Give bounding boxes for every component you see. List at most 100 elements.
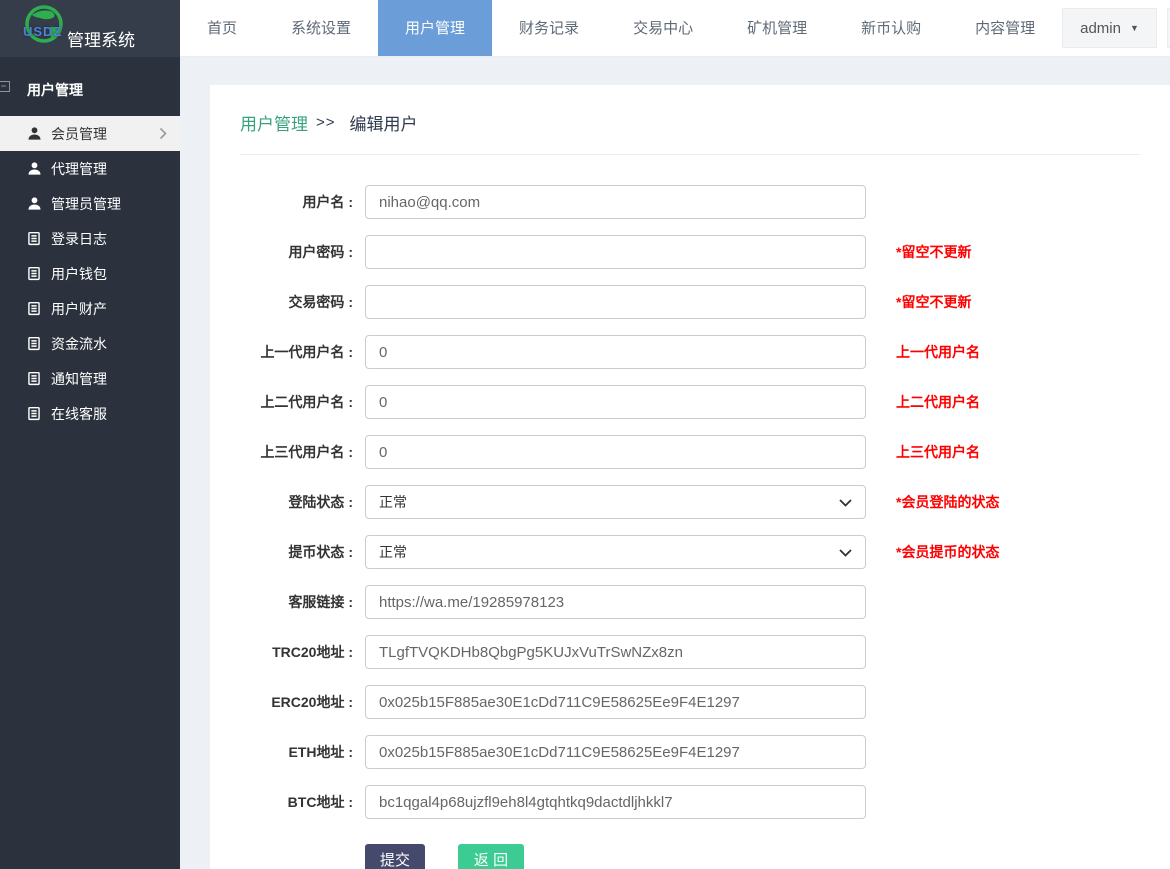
breadcrumb-parent-link[interactable]: 用户管理	[240, 110, 308, 135]
nav-item-content-management[interactable]: 内容管理	[948, 0, 1062, 56]
doc-icon	[27, 406, 42, 421]
btc-address-input[interactable]	[365, 785, 866, 819]
withdraw-status-label: 提币状态 :	[210, 542, 365, 562]
username-input[interactable]	[365, 185, 866, 219]
erc20-address-label: ERC20地址 :	[210, 692, 365, 712]
form-row-login-status: 登陆状态 : 正常 *会员登陆的状态	[210, 485, 1170, 519]
brand-logo: USDZ 管理系统	[0, 0, 180, 57]
sidebar-item-label: 代理管理	[51, 159, 107, 179]
sidebar-item-login-logs[interactable]: 登录日志	[0, 221, 180, 256]
parent2-username-hint: 上二代用户名	[896, 392, 980, 412]
form-actions: 提交 返 回	[210, 844, 1170, 869]
chevron-down-icon	[839, 494, 852, 510]
nav-item-system-settings[interactable]: 系统设置	[264, 0, 378, 56]
sidebar-item-label: 用户钱包	[51, 264, 107, 284]
breadcrumb: 用户管理 >> 编辑用户	[210, 85, 1170, 154]
doc-icon	[27, 371, 42, 386]
collapse-icon: −	[0, 81, 10, 92]
sidebar-item-user-assets[interactable]: 用户财产	[0, 291, 180, 326]
sidebar-item-admin-management[interactable]: 管理员管理	[0, 186, 180, 221]
trc20-address-label: TRC20地址 :	[210, 642, 365, 662]
service-link-input[interactable]	[365, 585, 866, 619]
submit-button[interactable]: 提交	[365, 844, 425, 869]
withdraw-status-selected-value: 正常	[379, 542, 407, 562]
sidebar-item-label: 通知管理	[51, 369, 107, 389]
form-row-eth-address: ETH地址 :	[210, 735, 1170, 769]
login-status-hint: *会员登陆的状态	[896, 492, 999, 512]
login-status-label: 登陆状态 :	[210, 492, 365, 512]
nav-item-user-management[interactable]: 用户管理	[378, 0, 492, 56]
doc-icon	[27, 336, 42, 351]
nav-item-finance-records[interactable]: 财务记录	[492, 0, 606, 56]
trade-password-label: 交易密码 :	[210, 292, 365, 312]
form-row-withdraw-status: 提币状态 : 正常 *会员提币的状态	[210, 535, 1170, 569]
sidebar-item-label: 在线客服	[51, 404, 107, 424]
withdraw-status-select[interactable]: 正常	[365, 535, 866, 569]
username-label: 用户名 :	[210, 192, 365, 212]
nav-item-new-coin-subscription[interactable]: 新币认购	[834, 0, 948, 56]
withdraw-status-hint: *会员提币的状态	[896, 542, 999, 562]
eth-address-input[interactable]	[365, 735, 866, 769]
form-row-service-link: 客服链接 :	[210, 585, 1170, 619]
form-row-parent1-username: 上一代用户名 : 上一代用户名	[210, 335, 1170, 369]
eth-address-label: ETH地址 :	[210, 742, 365, 762]
sidebar-item-notice-management[interactable]: 通知管理	[0, 361, 180, 396]
admin-menu-label: admin	[1080, 20, 1121, 37]
sidebar-item-agent-management[interactable]: 代理管理	[0, 151, 180, 186]
form-row-user-password: 用户密码 : *留空不更新	[210, 235, 1170, 269]
form-row-username: 用户名 :	[210, 185, 1170, 219]
main-content: 用户管理 >> 编辑用户 用户名 :用户密码 :*留空不更新交易密码 :*留空不…	[180, 57, 1170, 869]
parent1-username-hint: 上一代用户名	[896, 342, 980, 362]
form-row-parent2-username: 上二代用户名 :上二代用户名	[210, 385, 1170, 419]
chevron-right-icon	[159, 127, 167, 143]
sidebar-section-header[interactable]: − 用户管理	[0, 57, 180, 116]
parent1-username-label: 上一代用户名 :	[210, 342, 365, 362]
sidebar-section-title: 用户管理	[27, 82, 83, 98]
doc-icon	[27, 301, 42, 316]
topnav-right: admin ▼	[1062, 0, 1170, 56]
back-button[interactable]: 返 回	[458, 844, 524, 869]
nav-item-miner-management[interactable]: 矿机管理	[720, 0, 834, 56]
user-icon	[27, 196, 42, 211]
app-title: 管理系统	[67, 26, 135, 51]
sidebar: − 用户管理 会员管理代理管理管理员管理登录日志用户钱包用户财产资金流水通知管理…	[0, 57, 180, 869]
user-password-label: 用户密码 :	[210, 242, 365, 262]
trade-password-hint: *留空不更新	[896, 292, 971, 312]
user-password-hint: *留空不更新	[896, 242, 971, 262]
form-row-trade-password: 交易密码 : *留空不更新	[210, 285, 1170, 319]
chevron-down-icon	[839, 544, 852, 560]
content-card: 用户管理 >> 编辑用户 用户名 :用户密码 :*留空不更新交易密码 :*留空不…	[210, 85, 1170, 869]
service-link-label: 客服链接 :	[210, 592, 365, 612]
brand-usdz-text: USDZ	[23, 24, 62, 39]
sidebar-item-label: 登录日志	[51, 229, 107, 249]
sidebar-item-label: 会员管理	[51, 124, 107, 144]
sidebar-item-label: 管理员管理	[51, 194, 121, 214]
top-nav-menu: 首页系统设置用户管理财务记录交易中心矿机管理新币认购内容管理	[180, 0, 1062, 56]
admin-menu-button[interactable]: admin ▼	[1062, 8, 1157, 48]
edit-user-form: 用户名 :用户密码 :*留空不更新交易密码 :*留空不更新上一代用户名 :上一代…	[210, 155, 1170, 819]
parent2-username-input[interactable]	[365, 385, 866, 419]
erc20-address-input[interactable]	[365, 685, 866, 719]
trade-password-input[interactable]	[365, 285, 866, 319]
btc-address-label: BTC地址 :	[210, 792, 365, 812]
sidebar-item-user-wallet[interactable]: 用户钱包	[0, 256, 180, 291]
sidebar-menu: 会员管理代理管理管理员管理登录日志用户钱包用户财产资金流水通知管理在线客服	[0, 116, 180, 431]
user-password-input[interactable]	[365, 235, 866, 269]
user-icon	[27, 161, 42, 176]
sidebar-item-online-service[interactable]: 在线客服	[0, 396, 180, 431]
sidebar-item-label: 资金流水	[51, 334, 107, 354]
parent1-username-input[interactable]	[365, 335, 866, 369]
form-row-erc20-address: ERC20地址 :	[210, 685, 1170, 719]
page-title: 编辑用户	[350, 110, 418, 135]
trc20-address-input[interactable]	[365, 635, 866, 669]
app-window: USDZ 管理系统 首页系统设置用户管理财务记录交易中心矿机管理新币认购内容管理…	[0, 0, 1170, 869]
sidebar-item-member-management[interactable]: 会员管理	[0, 116, 180, 151]
login-status-selected-value: 正常	[379, 492, 407, 512]
nav-item-home[interactable]: 首页	[180, 0, 264, 56]
parent3-username-input[interactable]	[365, 435, 866, 469]
nav-item-trade-center[interactable]: 交易中心	[606, 0, 720, 56]
caret-down-icon: ▼	[1130, 23, 1139, 33]
form-row-trc20-address: TRC20地址 :	[210, 635, 1170, 669]
sidebar-item-fund-flow[interactable]: 资金流水	[0, 326, 180, 361]
login-status-select[interactable]: 正常	[365, 485, 866, 519]
